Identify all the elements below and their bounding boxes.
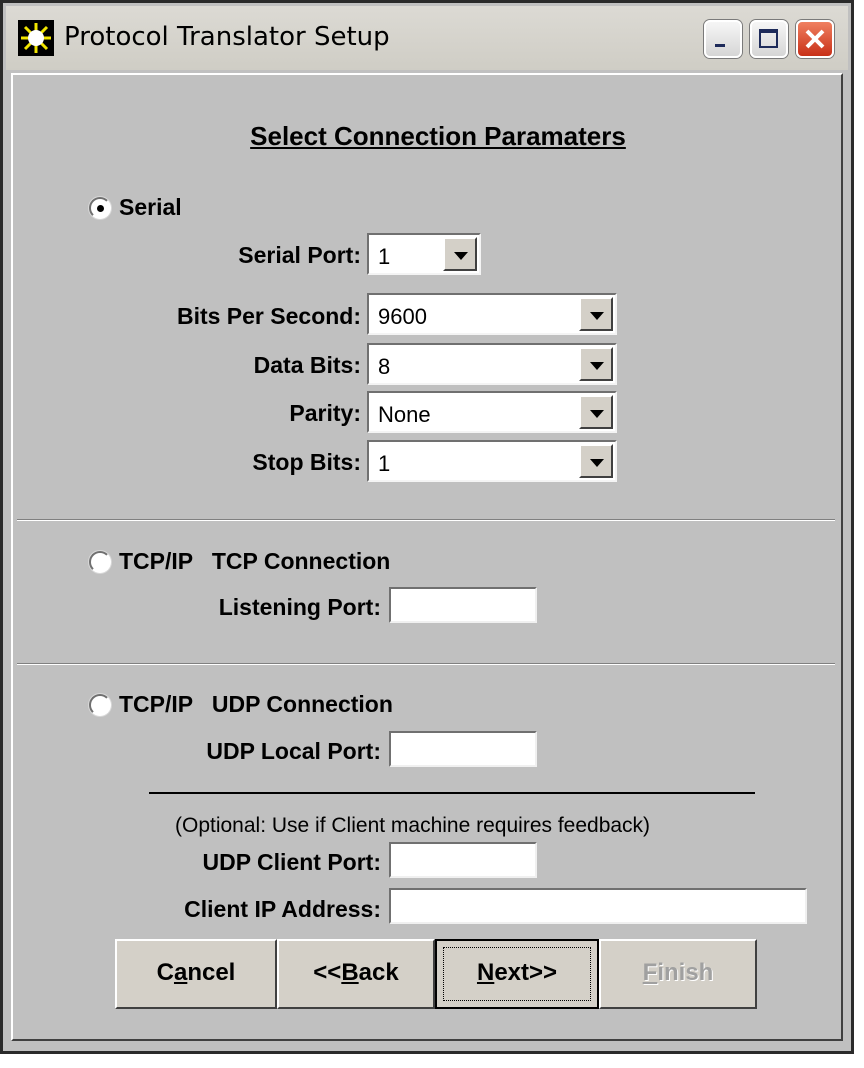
close-icon [805, 29, 825, 49]
chevron-down-icon[interactable] [443, 237, 477, 271]
parity-select[interactable]: None [367, 391, 617, 433]
udp-local-port-input[interactable] [389, 731, 537, 767]
bps-select[interactable]: 9600 [367, 293, 617, 335]
udp-client-port-input[interactable] [389, 842, 537, 878]
page-heading: Select Connection Paramaters [250, 121, 626, 151]
divider-line [149, 792, 755, 794]
chevron-down-icon[interactable] [579, 395, 613, 429]
minimize-icon [715, 44, 725, 47]
tcp-radio[interactable] [89, 551, 111, 573]
udp-local-port-label: UDP Local Port: [206, 738, 381, 764]
stop-bits-value: 1 [378, 451, 391, 476]
next-label: Next>> [476, 959, 558, 986]
stop-bits-label: Stop Bits: [252, 449, 361, 475]
udp-client-port-label: UDP Client Port: [202, 849, 381, 875]
serial-port-select[interactable]: 1 [367, 233, 481, 275]
serial-radio[interactable] [89, 197, 111, 219]
data-bits-label: Data Bits: [253, 352, 361, 378]
udp-label: TCP/IP UDP Connection [119, 691, 393, 717]
parity-label: Parity: [289, 400, 361, 426]
back-button[interactable]: <<Back [277, 939, 435, 1009]
tcp-label: TCP/IP TCP Connection [119, 548, 391, 574]
close-button[interactable] [796, 20, 834, 58]
listening-port-input[interactable] [389, 587, 537, 623]
data-bits-select[interactable]: 8 [367, 343, 617, 385]
serial-port-value: 1 [378, 244, 391, 269]
chevron-down-icon[interactable] [579, 297, 613, 331]
chevron-down-icon[interactable] [579, 444, 613, 478]
cancel-button[interactable]: Cancel [115, 939, 277, 1009]
finish-label: Finish [642, 959, 714, 986]
stop-bits-select[interactable]: 1 [367, 440, 617, 482]
back-label: <<Back [313, 959, 399, 986]
client-ip-label: Client IP Address: [184, 896, 381, 922]
optional-note: (Optional: Use if Client machine require… [175, 814, 651, 837]
sun-app-icon [18, 20, 54, 56]
parity-value: None [378, 402, 431, 427]
maximize-icon [759, 29, 778, 48]
client-ip-input[interactable] [389, 888, 807, 924]
finish-button[interactable]: Finish [599, 939, 757, 1009]
section-divider [17, 663, 835, 665]
bps-label: Bits Per Second: [176, 303, 361, 329]
bps-value: 9600 [378, 304, 427, 329]
radio-selected-dot [97, 205, 104, 212]
udp-radio[interactable] [89, 694, 111, 716]
serial-label: Serial [119, 194, 182, 220]
setup-window: Protocol Translator Setup Select Connect… [0, 0, 854, 1054]
maximize-button[interactable] [750, 20, 788, 58]
next-button[interactable]: Next>> [435, 939, 599, 1009]
chevron-down-icon[interactable] [579, 347, 613, 381]
window-title: Protocol Translator Setup [64, 22, 390, 52]
cancel-label: Cancel [156, 959, 236, 986]
minimize-button[interactable] [704, 20, 742, 58]
serial-port-label: Serial Port: [238, 242, 361, 268]
data-bits-value: 8 [378, 354, 391, 379]
section-divider [17, 519, 835, 521]
title-bar[interactable]: Protocol Translator Setup [6, 6, 848, 70]
listening-port-label: Listening Port: [218, 594, 381, 620]
